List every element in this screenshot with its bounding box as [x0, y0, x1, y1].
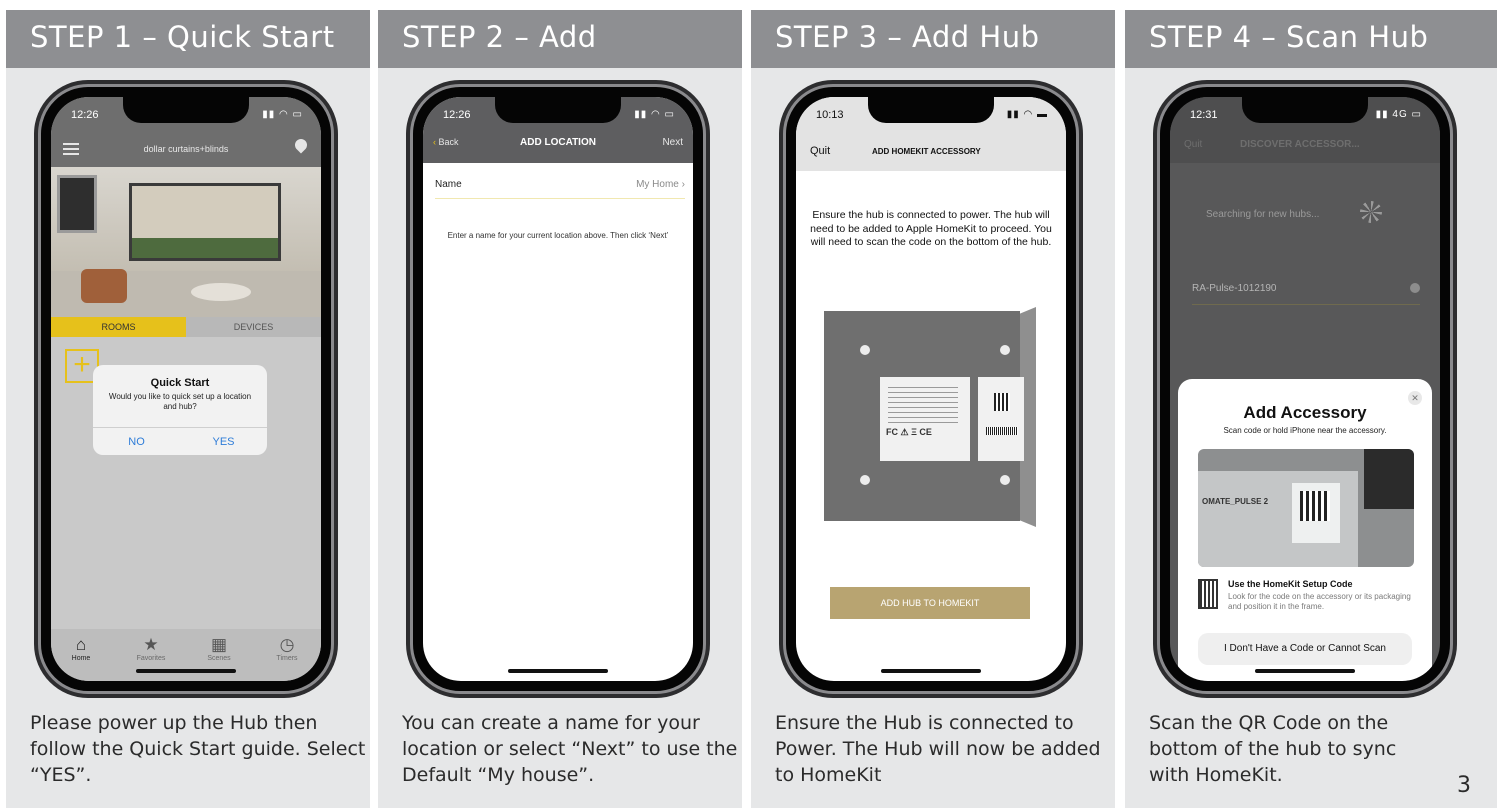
- step-3-header: STEP 3 – Add Hub: [751, 10, 1115, 68]
- phone-4-screen: Quit DISCOVER ACCESSOR... 12:31 ▮▮ 4G ▭ …: [1170, 97, 1440, 681]
- phone-mockup-1: 12:26 ▮▮ ◠ ▭ dollar curtains+blinds ROOM…: [34, 80, 338, 698]
- tab-scenes-label: Scenes: [207, 655, 231, 662]
- camera-viewfinder: OMATE_PULSE 2: [1198, 449, 1414, 567]
- tab-home-label: Home: [71, 655, 91, 662]
- phone-3-screen: Quit ADD HOMEKIT ACCESSORY 10:13 ▮▮ ◠ ▬ …: [796, 97, 1066, 681]
- add-hub-to-homekit-button[interactable]: ADD HUB TO HOMEKIT: [830, 587, 1030, 619]
- star-icon: ★: [143, 635, 159, 654]
- room-photo: [51, 167, 321, 317]
- tab-scenes[interactable]: ▦ Scenes: [191, 635, 247, 662]
- step-4-title: STEP 4 – Scan Hub: [1149, 20, 1429, 54]
- dialog-message: Would you like to quick set up a locatio…: [108, 392, 252, 411]
- phone-mockup-3: Quit ADD HOMEKIT ACCESSORY 10:13 ▮▮ ◠ ▬ …: [779, 80, 1083, 698]
- phone-2-screen: ‹ Back ADD LOCATION Next 12:26 ▮▮ ◠ ▭ Na…: [423, 97, 693, 681]
- step-2-caption: You can create a name for your location …: [402, 712, 738, 786]
- film-icon: ▦: [210, 635, 228, 654]
- tab-favorites-label: Favorites: [136, 655, 166, 662]
- status-time: 12:31: [1190, 109, 1218, 121]
- quit-button[interactable]: Quit: [810, 145, 830, 157]
- check-icon: [1410, 283, 1420, 293]
- quick-start-dialog: Quick Start Would you like to quick set …: [93, 365, 267, 455]
- step-1-panel: STEP 1 – Quick Start 12:26 ▮▮ ◠ ▭ dollar…: [6, 10, 370, 808]
- name-field[interactable]: Name My Home ›: [435, 173, 685, 199]
- step-3-caption: Ensure the Hub is connected to Power. Th…: [775, 712, 1101, 786]
- phone-1-screen: 12:26 ▮▮ ◠ ▭ dollar curtains+blinds ROOM…: [51, 97, 321, 681]
- location-hint: Enter a name for your current location a…: [447, 231, 669, 240]
- hub-name: RA-Pulse-1012190: [1192, 283, 1277, 294]
- status-time: 12:26: [71, 109, 99, 121]
- home-indicator: [508, 669, 608, 673]
- no-code-button[interactable]: I Don't Have a Code or Cannot Scan: [1198, 633, 1412, 665]
- page-number: 3: [1457, 773, 1471, 798]
- home-indicator: [1255, 669, 1355, 673]
- status-time: 12:26: [443, 109, 471, 121]
- searching-status: Searching for new hubs...: [1206, 209, 1320, 220]
- quit-button[interactable]: Quit: [1184, 139, 1202, 150]
- dialog-title: Quick Start: [150, 377, 210, 389]
- name-label: Name: [435, 179, 462, 190]
- signal-battery-icon: ▮▮ 4G ▭: [1375, 109, 1422, 120]
- tab-home[interactable]: ⌂ Home: [53, 635, 109, 662]
- setup-code-description: Look for the code on the accessory or it…: [1228, 592, 1411, 611]
- chevron-right-icon: ›: [681, 179, 685, 190]
- nav-title: ADD LOCATION: [520, 137, 596, 148]
- step-1-header: STEP 1 – Quick Start: [6, 10, 370, 68]
- dialog-yes-button[interactable]: YES: [180, 428, 267, 456]
- home-indicator: [881, 669, 981, 673]
- tab-favorites[interactable]: ★ Favorites: [123, 635, 179, 662]
- tab-timers[interactable]: ◷ Timers: [259, 635, 315, 662]
- step-4-panel: STEP 4 – Scan Hub Quit DISCOVER ACCESSOR…: [1125, 10, 1497, 808]
- step-3-panel: STEP 3 – Add Hub Quit ADD HOMEKIT ACCESS…: [751, 10, 1115, 808]
- step-1-title: STEP 1 – Quick Start: [30, 20, 335, 54]
- hub-instructions: Ensure the hub is connected to power. Th…: [810, 209, 1052, 248]
- clock-icon: ◷: [279, 635, 295, 654]
- name-value: My Home ›: [636, 179, 685, 190]
- nav-title: DISCOVER ACCESSOR...: [1240, 139, 1360, 150]
- network-type: 4G: [1392, 109, 1408, 120]
- step-3-title: STEP 3 – Add Hub: [775, 20, 1040, 54]
- hub-bottom-image: FC ⚠ Ξ CE: [824, 307, 1038, 527]
- home-icon: ⌂: [75, 635, 87, 654]
- add-accessory-sheet: ✕ Add Accessory Scan code or hold iPhone…: [1178, 379, 1432, 681]
- discovered-hub-row[interactable]: RA-Pulse-1012190: [1192, 279, 1420, 305]
- signal-wifi-battery-icon: ▮▮ ◠ ▭: [262, 109, 303, 120]
- tab-timers-label: Timers: [276, 655, 298, 662]
- step-4-header: STEP 4 – Scan Hub: [1125, 10, 1497, 68]
- step-2-header: STEP 2 – Add: [378, 10, 742, 68]
- setup-code-title: Use the HomeKit Setup Code: [1228, 579, 1353, 589]
- next-button[interactable]: Next: [662, 137, 683, 148]
- dialog-no-button[interactable]: NO: [93, 428, 180, 456]
- loading-spinner-icon: [1360, 201, 1382, 223]
- bottom-tab-bar: ⌂ Home ★ Favorites ▦ Scenes ◷ Timers: [51, 629, 321, 681]
- phone-mockup-2: ‹ Back ADD LOCATION Next 12:26 ▮▮ ◠ ▭ Na…: [406, 80, 710, 698]
- signal-wifi-battery-icon: ▮▮ ◠ ▭: [634, 109, 675, 120]
- step-2-title: STEP 2 – Add: [402, 20, 597, 54]
- tab-rooms[interactable]: ROOMS: [51, 317, 186, 337]
- step-2-panel: STEP 2 – Add ‹ Back ADD LOCATION Next 12…: [378, 10, 742, 808]
- status-time: 10:13: [816, 109, 844, 121]
- rooms-devices-tabs: ROOMS DEVICES: [51, 317, 321, 337]
- qr-code-icon: [1198, 579, 1218, 609]
- phone-mockup-4: Quit DISCOVER ACCESSOR... 12:31 ▮▮ 4G ▭ …: [1153, 80, 1457, 698]
- sheet-subtitle: Scan code or hold iPhone near the access…: [1223, 426, 1387, 435]
- sheet-title: Add Accessory: [1243, 403, 1367, 422]
- nav-title: ADD HOMEKIT ACCESSORY: [872, 147, 981, 156]
- tab-devices[interactable]: DEVICES: [186, 317, 321, 337]
- signal-wifi-battery-icon: ▮▮ ◠ ▬: [1006, 109, 1048, 120]
- home-indicator: [136, 669, 236, 673]
- step-1-caption: Please power up the Hub then follow the …: [30, 712, 366, 786]
- step-4-caption: Scan the QR Code on the bottom of the hu…: [1149, 712, 1397, 786]
- brand-logo: dollar curtains+blinds: [143, 144, 229, 154]
- camera-device-text: OMATE_PULSE 2: [1202, 497, 1269, 506]
